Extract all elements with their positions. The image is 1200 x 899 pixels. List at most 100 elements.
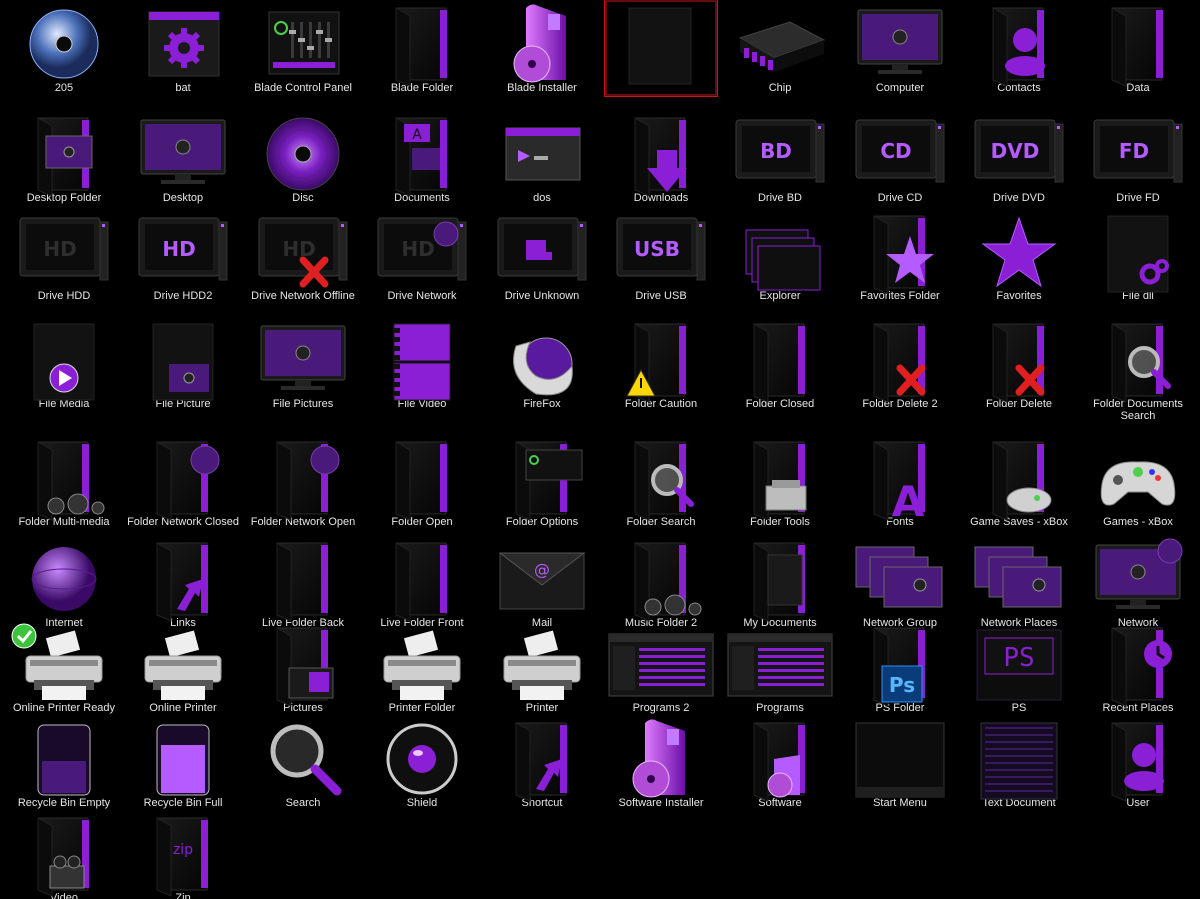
icon-item[interactable]: DVD Drive DVD: [960, 110, 1078, 204]
icon-item[interactable]: HD Drive HDD2: [124, 208, 242, 302]
user-icon: [1082, 715, 1194, 811]
icon-item[interactable]: File dll: [1079, 208, 1197, 302]
icon-item[interactable]: Drive Unknown: [483, 208, 601, 302]
icon-item[interactable]: Recent Places: [1079, 620, 1197, 714]
icon-item[interactable]: Internet: [5, 535, 123, 629]
icon-item[interactable]: HD Drive HDD: [5, 208, 123, 302]
icon-item[interactable]: BD Drive BD: [721, 110, 839, 204]
icon-item[interactable]: HD Drive Network Offline: [244, 208, 362, 302]
icon-item[interactable]: A Fonts: [841, 434, 959, 528]
icon-item[interactable]: bat: [124, 0, 242, 94]
icon-item[interactable]: Recycle Bin Full: [124, 715, 242, 809]
icon-item[interactable]: Pictures: [244, 620, 362, 714]
icon-item[interactable]: Folder Network Open: [244, 434, 362, 528]
icon-item[interactable]: Games - xBox: [1079, 434, 1197, 528]
file-video-icon: [366, 316, 478, 412]
icon-item[interactable]: Folder Delete 2: [841, 316, 959, 410]
icon-item[interactable]: Folder Multi-media: [5, 434, 123, 528]
icon-item[interactable]: Data: [1079, 0, 1197, 94]
icon-item[interactable]: Favorites: [960, 208, 1078, 302]
icon-item[interactable]: Programs 2: [602, 620, 720, 714]
icon-item[interactable]: Network Places: [960, 535, 1078, 629]
icon-item[interactable]: Ps PS Folder: [841, 620, 959, 714]
icon-item[interactable]: Explorer: [721, 208, 839, 302]
icon-item[interactable]: Printer Folder: [363, 620, 481, 714]
icon-item[interactable]: My Documents: [721, 535, 839, 629]
icon-item[interactable]: Folder Network Closed: [124, 434, 242, 528]
icon-item[interactable]: Disc: [244, 110, 362, 204]
black-folder-icon: [366, 0, 478, 96]
icon-item[interactable]: Folder Tools: [721, 434, 839, 528]
icon-item[interactable]: Video: [5, 810, 123, 899]
icon-item[interactable]: File Pictures: [244, 316, 362, 410]
icon-item[interactable]: File Media: [5, 316, 123, 410]
desktop-window-icon: [127, 110, 239, 206]
icon-item[interactable]: Text Document: [960, 715, 1078, 809]
icon-item[interactable]: Blade Folder: [363, 0, 481, 94]
svg-text:PS: PS: [1003, 643, 1034, 673]
icon-item[interactable]: @ Mail: [483, 535, 601, 629]
icon-item[interactable]: Links: [124, 535, 242, 629]
icon-item[interactable]: dos: [483, 110, 601, 204]
icon-item[interactable]: Software Installer: [602, 715, 720, 809]
svg-text:HD: HD: [282, 237, 315, 261]
icon-item[interactable]: Chip: [721, 0, 839, 94]
network-group-icon: [844, 535, 956, 631]
file-dll-icon: [1082, 208, 1194, 304]
svg-text:FD: FD: [1119, 139, 1149, 163]
icon-item[interactable]: USB Drive USB: [602, 208, 720, 302]
icon-item[interactable]: Game Saves - xBox: [960, 434, 1078, 528]
icon-item[interactable]: Folder Open: [363, 434, 481, 528]
icon-item[interactable]: Blank: [602, 0, 720, 97]
printer-folder-icon: [366, 620, 478, 716]
icon-item[interactable]: Folder Delete: [960, 316, 1078, 410]
icon-item[interactable]: Computer: [841, 0, 959, 94]
icon-item[interactable]: Programs: [721, 620, 839, 714]
purple-disc-icon: [247, 110, 359, 206]
icon-item[interactable]: Recycle Bin Empty: [5, 715, 123, 809]
icon-item[interactable]: Folder Options: [483, 434, 601, 528]
icon-item[interactable]: User: [1079, 715, 1197, 809]
icon-item[interactable]: FireFox: [483, 316, 601, 410]
icon-grid: 205 bat Blade Control Panel Blade Folder…: [0, 0, 1200, 899]
icon-item[interactable]: Live Folder Back: [244, 535, 362, 629]
file-pictures-icon: [247, 316, 359, 412]
icon-item[interactable]: Network Group: [841, 535, 959, 629]
icon-item[interactable]: Printer: [483, 620, 601, 714]
icon-item[interactable]: Desktop: [124, 110, 242, 204]
icon-item[interactable]: zip Zip: [124, 810, 242, 899]
drive-network-offline-icon: HD: [247, 208, 359, 304]
icon-item[interactable]: Blade Control Panel: [244, 0, 362, 94]
icon-item[interactable]: Blade Installer: [483, 0, 601, 94]
shield-icon: [366, 715, 478, 811]
live-folder-front-icon: [366, 535, 478, 631]
icon-item[interactable]: Start Menu: [841, 715, 959, 809]
icon-item[interactable]: File Picture: [124, 316, 242, 410]
icon-item[interactable]: FD Drive FD: [1079, 110, 1197, 204]
icon-item[interactable]: Favorites Folder: [841, 208, 959, 302]
icon-item[interactable]: Folder Search: [602, 434, 720, 528]
online-printer-icon: [127, 620, 239, 716]
icon-item[interactable]: Live Folder Front: [363, 535, 481, 629]
icon-item[interactable]: HD Drive Network: [363, 208, 481, 302]
icon-item[interactable]: Software: [721, 715, 839, 809]
icon-item[interactable]: CD Drive CD: [841, 110, 959, 204]
icon-item[interactable]: A Documents: [363, 110, 481, 204]
icon-item[interactable]: Music Folder 2: [602, 535, 720, 629]
icon-item[interactable]: Online Printer Ready: [5, 620, 123, 714]
icon-item[interactable]: Contacts: [960, 0, 1078, 94]
icon-item[interactable]: File Video: [363, 316, 481, 410]
icon-item[interactable]: Shortcut: [483, 715, 601, 809]
icon-item[interactable]: 205: [5, 0, 123, 94]
icon-item[interactable]: PS PS: [960, 620, 1078, 714]
icon-item[interactable]: Search: [244, 715, 362, 809]
icon-item[interactable]: Folder Caution: [602, 316, 720, 410]
icon-item[interactable]: Folder Documents Search: [1079, 316, 1197, 422]
icon-item[interactable]: Desktop Folder: [5, 110, 123, 204]
icon-item[interactable]: Shield: [363, 715, 481, 809]
icon-item[interactable]: Online Printer: [124, 620, 242, 714]
icon-item[interactable]: Downloads: [602, 110, 720, 204]
icon-item[interactable]: Network: [1079, 535, 1197, 629]
globe-icon: [8, 535, 120, 631]
icon-item[interactable]: Folder Closed: [721, 316, 839, 410]
